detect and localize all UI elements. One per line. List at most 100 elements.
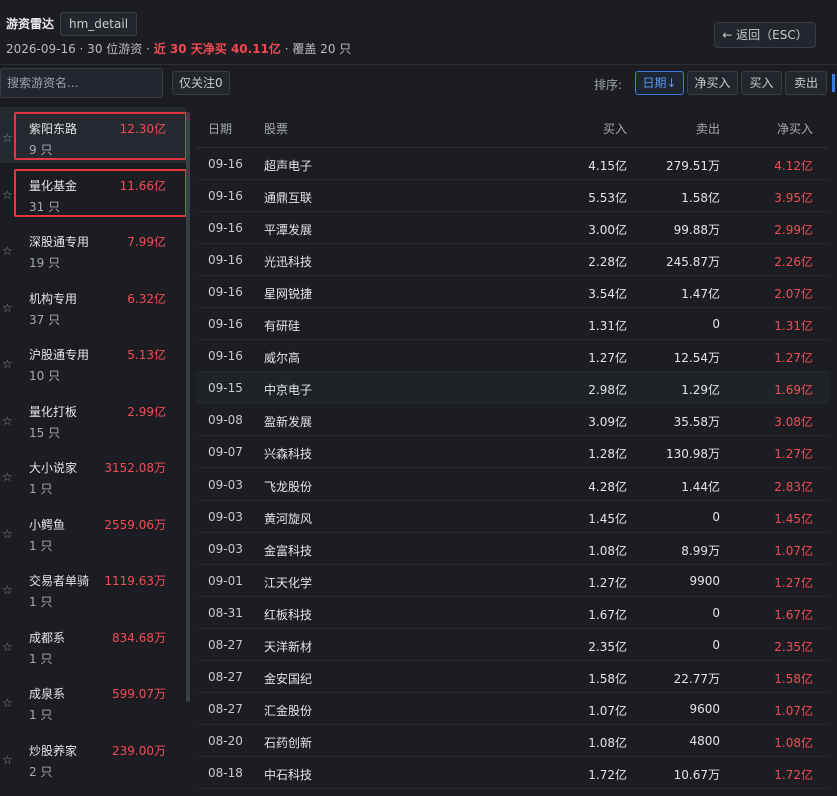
star-icon[interactable]: ☆	[2, 696, 13, 710]
list-scrollbar[interactable]	[186, 112, 190, 702]
table-row[interactable]: 09-01 江天化学 1.27亿 9900 1.27亿	[196, 565, 829, 597]
cell-buy: 3.54亿	[588, 287, 627, 302]
trader-stock-count: 15 只	[29, 425, 61, 440]
list-item[interactable]: ☆ 机构专用 6.32亿 37 只	[0, 277, 186, 333]
cell-buy: 1.27亿	[588, 351, 627, 366]
list-item[interactable]: ☆ 量化基金 11.66亿 31 只	[0, 164, 186, 220]
cell-stock: 平潭发展	[264, 223, 313, 238]
cell-stock: 红板科技	[264, 607, 313, 622]
list-item[interactable]: ☆ 成泉系 599.07万 1 只	[0, 672, 186, 728]
cell-net-buy: 1.07亿	[774, 543, 813, 558]
table-row[interactable]: 09-16 通鼎互联 5.53亿 1.58亿 3.95亿	[196, 180, 829, 213]
cell-buy: 4.28亿	[588, 479, 627, 494]
table-row[interactable]: 08-31 红板科技 1.67亿 0 1.67亿	[196, 597, 829, 629]
trader-net-amount: 12.30亿	[119, 122, 166, 136]
star-icon[interactable]: ☆	[2, 301, 13, 315]
header-sell[interactable]: 卖出	[696, 120, 720, 137]
cell-stock: 星网锐捷	[264, 287, 313, 302]
cell-sell: 10.67万	[673, 767, 720, 782]
header: 游资雷达 hm_detail 2026-09-16 · 30 位游资 · 近 3…	[0, 0, 837, 64]
cell-buy: 3.09亿	[588, 415, 627, 430]
trader-stock-count: 31 只	[29, 199, 61, 214]
table-row[interactable]: 09-16 星网锐捷 3.54亿 1.47亿 2.07亿	[196, 276, 829, 309]
list-item[interactable]: ☆ 沪股通专用 5.13亿 10 只	[0, 333, 186, 389]
list-item[interactable]: ☆ 小鳄鱼 2559.06万 1 只	[0, 503, 186, 559]
table-row[interactable]: 09-15 中京电子 2.98亿 1.29亿 1.69亿	[196, 372, 829, 405]
list-item[interactable]: ☆ 交易者单骑 1119.63万 1 只	[0, 559, 186, 615]
table-row[interactable]: 09-16 平潭发展 3.00亿 99.88万 2.99亿	[196, 212, 829, 245]
list-item[interactable]: ☆ 量化打板 2.99亿 15 只	[0, 390, 186, 446]
table-row[interactable]: 08-18 中石科技 1.72亿 10.67万 1.72亿	[196, 757, 829, 789]
star-icon[interactable]: ☆	[2, 583, 13, 597]
cell-sell: 1.47亿	[681, 287, 720, 302]
table-row[interactable]: 09-16 光迅科技 2.28亿 245.87万 2.26亿	[196, 244, 829, 277]
sort-sell-button[interactable]: 卖出	[785, 71, 827, 95]
list-item[interactable]: ☆ 大小说家 3152.08万 1 只	[0, 446, 186, 502]
header-net-buy[interactable]: 净买入	[777, 120, 813, 137]
star-icon[interactable]: ☆	[2, 414, 13, 428]
star-icon[interactable]: ☆	[2, 640, 13, 654]
table-row[interactable]: 09-16 超声电子 4.15亿 279.51万 4.12亿	[196, 148, 829, 180]
sort-net-buy-button[interactable]: 净买入	[687, 71, 738, 95]
trader-net-amount: 2.99亿	[127, 404, 166, 419]
table-row[interactable]: 08-27 汇金股份 1.07亿 9600 1.07亿	[196, 693, 829, 725]
header-buy[interactable]: 买入	[603, 120, 627, 137]
table-row[interactable]: 09-08 盈新发展 3.09亿 35.58万 3.08亿	[196, 404, 829, 437]
table-row[interactable]: 09-07 兴森科技 1.28亿 130.98万 1.27亿	[196, 436, 829, 469]
cell-stock: 威尔高	[264, 351, 301, 366]
search-input[interactable]	[0, 68, 163, 98]
sort-date-button[interactable]: 日期↓	[635, 71, 684, 95]
cell-net-buy: 1.27亿	[774, 351, 813, 366]
trader-name: 交易者单骑	[29, 574, 90, 588]
cell-stock: 金富科技	[264, 543, 313, 558]
cell-net-buy: 2.83亿	[774, 479, 813, 494]
list-item[interactable]: ☆ 成都系 834.68万 1 只	[0, 616, 186, 672]
star-icon[interactable]: ☆	[2, 470, 13, 484]
summary-line: 2026-09-16 · 30 位游资 · 近 30 天净买 40.11亿 · …	[6, 40, 351, 57]
trader-stock-count: 2 只	[29, 764, 53, 779]
table-row[interactable]: 09-03 金富科技 1.08亿 8.99万 1.07亿	[196, 533, 829, 565]
trader-stock-count: 1 只	[29, 595, 53, 609]
trader-name: 量化基金	[29, 178, 78, 193]
trader-stock-count: 1 只	[29, 651, 53, 666]
cell-date: 08-18	[208, 765, 243, 780]
cell-net-buy: 3.95亿	[774, 191, 813, 206]
cell-buy: 1.07亿	[588, 703, 627, 718]
trader-net-amount: 5.13亿	[127, 348, 166, 362]
cell-date: 09-16	[208, 253, 243, 268]
follow-only-button[interactable]: 仅关注0	[172, 71, 230, 95]
star-icon[interactable]: ☆	[2, 357, 13, 371]
cell-net-buy: 1.45亿	[774, 511, 813, 526]
cell-sell: 0	[712, 317, 720, 332]
table-row[interactable]: 08-27 天洋新材 2.35亿 0 2.35亿	[196, 629, 829, 661]
cell-date: 09-03	[208, 509, 243, 524]
cell-sell: 22.77万	[673, 671, 720, 686]
list-item[interactable]: ☆ 深股通专用 7.99亿 19 只	[0, 220, 186, 276]
sort-buy-button[interactable]: 买入	[741, 71, 782, 95]
table-row[interactable]: 09-03 黄河旋风 1.45亿 0 1.45亿	[196, 501, 829, 533]
cell-date: 08-20	[208, 733, 243, 748]
table-row[interactable]: 08-27 金安国纪 1.58亿 22.77万 1.58亿	[196, 661, 829, 693]
trader-list: ☆ 紫阳东路 12.30亿 9 只 ☆ 量化基金 11.66亿 31 只 ☆ 深股通专用 7.99亿…	[0, 107, 190, 796]
cell-stock: 江天化学	[264, 575, 313, 590]
cell-date: 08-27	[208, 701, 243, 716]
star-icon[interactable]: ☆	[2, 753, 13, 767]
list-item[interactable]: ☆ 炒股养家 239.00万 2 只	[0, 729, 186, 785]
table-row[interactable]: 09-16 威尔高 1.27亿 12.54万 1.27亿	[196, 340, 829, 373]
star-icon[interactable]: ☆	[2, 244, 13, 258]
header-date[interactable]: 日期	[208, 120, 232, 137]
list-item[interactable]: ☆ 紫阳东路 12.30亿 9 只	[0, 107, 186, 163]
star-icon[interactable]: ☆	[2, 527, 13, 541]
cell-stock: 兴森科技	[264, 447, 313, 462]
table-row[interactable]: 09-16 有研硅 1.31亿 0 1.31亿	[196, 308, 829, 341]
star-icon[interactable]: ☆	[2, 188, 13, 202]
back-button[interactable]: ← 返回（ESC）	[714, 22, 816, 48]
cell-stock: 光迅科技	[264, 255, 313, 270]
cell-stock: 通鼎互联	[264, 191, 313, 206]
cell-buy: 1.08亿	[588, 735, 627, 750]
table-row[interactable]: 08-20 石药创新 1.08亿 4800 1.08亿	[196, 725, 829, 757]
cell-date: 09-16	[208, 349, 243, 364]
star-icon[interactable]: ☆	[2, 131, 13, 145]
cell-buy: 1.45亿	[588, 511, 627, 526]
table-row[interactable]: 09-03 飞龙股份 4.28亿 1.44亿 2.83亿	[196, 469, 829, 501]
